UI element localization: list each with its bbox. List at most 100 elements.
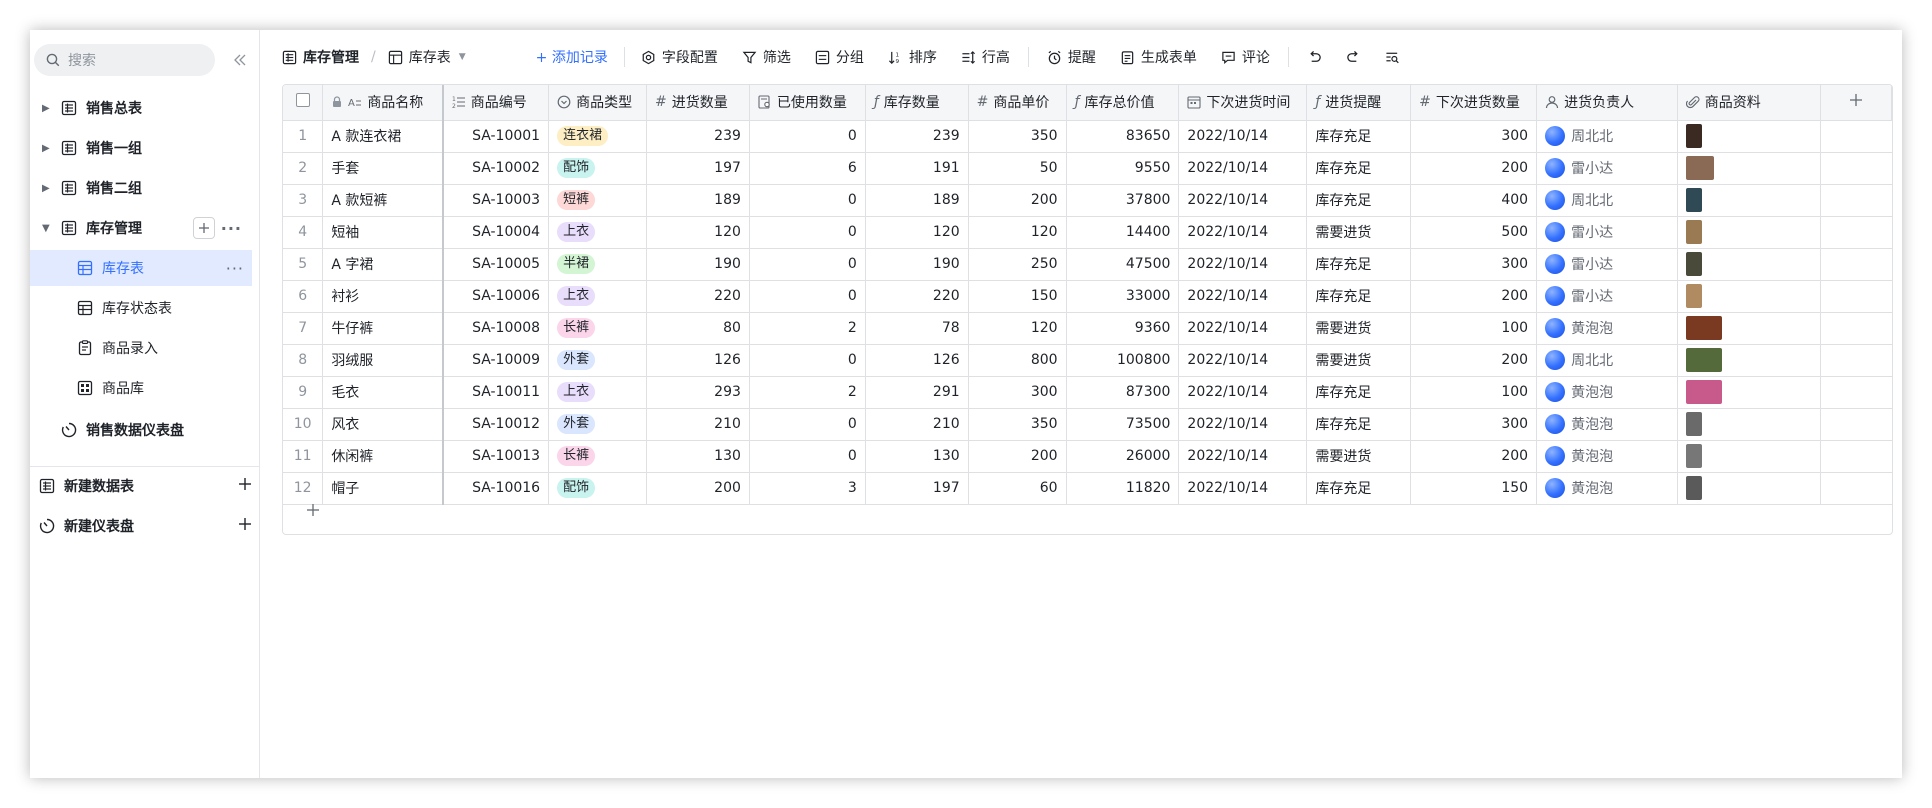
cell-type[interactable]: 上衣 bbox=[548, 280, 648, 313]
cell-value[interactable]: 14400 bbox=[1066, 216, 1180, 249]
attachment-thumbnail[interactable] bbox=[1685, 380, 1722, 404]
caret-right-icon[interactable]: ▶ bbox=[42, 143, 56, 154]
cell-code[interactable]: SA-10001 bbox=[442, 120, 550, 153]
more-icon[interactable]: ··· bbox=[226, 259, 244, 278]
cell-attachment[interactable] bbox=[1677, 472, 1822, 505]
cell-code[interactable]: SA-10002 bbox=[442, 152, 550, 185]
caret-right-icon[interactable]: ▶ bbox=[42, 103, 56, 114]
cell-code[interactable]: SA-10013 bbox=[442, 440, 550, 473]
column-header-next-date[interactable]: 下次进货时间 bbox=[1178, 85, 1308, 121]
cell-in-qty[interactable]: 189 bbox=[646, 184, 750, 217]
row-index[interactable]: 1 bbox=[283, 120, 324, 153]
column-header-stock-qty[interactable]: ƒ 库存数量 bbox=[865, 85, 969, 121]
column-header-owner[interactable]: 进货负责人 bbox=[1536, 85, 1678, 121]
cell-owner[interactable]: 黄泡泡 bbox=[1536, 376, 1678, 409]
cell-used-qty[interactable]: 2 bbox=[749, 312, 866, 345]
cell-next-date[interactable]: 2022/10/14 bbox=[1178, 184, 1308, 217]
cell-price[interactable]: 60 bbox=[968, 472, 1067, 505]
cell-name[interactable]: 帽子 bbox=[322, 472, 444, 505]
cell-type[interactable]: 长裤 bbox=[548, 440, 648, 473]
cell-name[interactable]: 衬衫 bbox=[322, 280, 444, 313]
cell-reminder[interactable]: 需要进货 bbox=[1306, 216, 1412, 249]
cell-reminder[interactable]: 库存充足 bbox=[1306, 248, 1412, 281]
cell-name[interactable]: 风衣 bbox=[322, 408, 444, 441]
cell-in-qty[interactable]: 126 bbox=[646, 344, 750, 377]
row-index[interactable]: 3 bbox=[283, 184, 324, 217]
column-header-attachment[interactable]: 商品资料 bbox=[1677, 85, 1822, 121]
attachment-thumbnail[interactable] bbox=[1685, 412, 1702, 436]
column-header-next-qty[interactable]: # 下次进货数量 bbox=[1410, 85, 1538, 121]
attachment-thumbnail[interactable] bbox=[1685, 348, 1722, 372]
sidebar-item-inventory[interactable]: ▼ 库存管理 ··· bbox=[30, 210, 250, 246]
cell-next-qty[interactable]: 100 bbox=[1410, 376, 1538, 409]
cell-type[interactable]: 外套 bbox=[548, 408, 648, 441]
cell-stock-qty[interactable]: 197 bbox=[865, 472, 969, 505]
cell-reminder[interactable]: 库存充足 bbox=[1306, 376, 1412, 409]
cell-used-qty[interactable]: 0 bbox=[749, 248, 866, 281]
cell-used-qty[interactable]: 0 bbox=[749, 184, 866, 217]
table-row[interactable]: 11 休闲裤 SA-10013 长裤 130 0 130 200 26000 2022/10/14… bbox=[283, 440, 1892, 473]
cell-next-date[interactable]: 2022/10/14 bbox=[1178, 216, 1308, 249]
cell-code[interactable]: SA-10005 bbox=[442, 248, 550, 281]
cell-reminder[interactable]: 库存充足 bbox=[1306, 152, 1412, 185]
cell-reminder[interactable]: 库存充足 bbox=[1306, 280, 1412, 313]
table-row[interactable]: 10 风衣 SA-10012 外套 210 0 210 350 73500 2022/10/14 库… bbox=[283, 408, 1892, 441]
cell-reminder[interactable]: 库存充足 bbox=[1306, 120, 1412, 153]
cell-name[interactable]: A 款短裤 bbox=[322, 184, 444, 217]
cell-next-date[interactable]: 2022/10/14 bbox=[1178, 248, 1308, 281]
cell-stock-qty[interactable]: 210 bbox=[865, 408, 969, 441]
sidebar-item-sales-group1[interactable]: ▶ 销售一组 bbox=[30, 130, 250, 166]
cell-reminder[interactable]: 需要进货 bbox=[1306, 312, 1412, 345]
row-index[interactable]: 8 bbox=[283, 344, 324, 377]
cell-owner[interactable]: 周北北 bbox=[1536, 344, 1678, 377]
cell-name[interactable]: 羽绒服 bbox=[322, 344, 444, 377]
sidebar-item-inventory-table[interactable]: 库存表 ··· bbox=[30, 250, 252, 286]
cell-used-qty[interactable]: 6 bbox=[749, 152, 866, 185]
add-row-button[interactable] bbox=[303, 500, 323, 520]
cell-reminder[interactable]: 库存充足 bbox=[1306, 408, 1412, 441]
table-row[interactable]: 1A 款连衣裙 SA-10001 连衣裙 239 0 239 350 83650 2022/10… bbox=[283, 120, 1892, 153]
column-header-type[interactable]: 商品类型 bbox=[548, 85, 648, 121]
table-row[interactable]: 9 毛衣 SA-10011 上衣 293 2 291 300 87300 2022/10/14 库存… bbox=[283, 376, 1892, 409]
cell-price[interactable]: 50 bbox=[968, 152, 1067, 185]
cell-code[interactable]: SA-10011 bbox=[442, 376, 550, 409]
row-index[interactable]: 10 bbox=[283, 408, 324, 441]
attachment-thumbnail[interactable] bbox=[1685, 316, 1722, 340]
cell-next-date[interactable]: 2022/10/14 bbox=[1178, 152, 1308, 185]
table-row[interactable]: 12 帽子 SA-10016 配饰 200 3 197 60 11820 2022/10/14 库存… bbox=[283, 472, 1892, 505]
sidebar-item-product-entry[interactable]: 商品录入 bbox=[30, 330, 250, 366]
cell-stock-qty[interactable]: 191 bbox=[865, 152, 969, 185]
cell-used-qty[interactable]: 0 bbox=[749, 408, 866, 441]
cell-used-qty[interactable]: 0 bbox=[749, 120, 866, 153]
attachment-thumbnail[interactable] bbox=[1685, 444, 1702, 468]
table-row[interactable]: 6 衬衫 SA-10006 上衣 220 0 220 150 33000 2022/10/14 库存… bbox=[283, 280, 1892, 313]
attachment-thumbnail[interactable] bbox=[1685, 220, 1702, 244]
cell-type[interactable]: 配饰 bbox=[548, 152, 648, 185]
cell-next-qty[interactable]: 150 bbox=[1410, 472, 1538, 505]
row-index[interactable]: 9 bbox=[283, 376, 324, 409]
table-row[interactable]: 7 牛仔裤 SA-10008 长裤 80 2 78 120 9360 2022/10/14 需要进货… bbox=[283, 312, 1892, 345]
cell-next-qty[interactable]: 300 bbox=[1410, 408, 1538, 441]
cell-owner[interactable]: 黄泡泡 bbox=[1536, 440, 1678, 473]
cell-name[interactable]: A 款连衣裙 bbox=[322, 120, 444, 153]
cell-owner[interactable]: 雷小达 bbox=[1536, 248, 1678, 281]
add-record-button[interactable]: + 添加记录 bbox=[536, 43, 608, 71]
cell-type[interactable]: 上衣 bbox=[548, 216, 648, 249]
cell-in-qty[interactable]: 130 bbox=[646, 440, 750, 473]
comment-button[interactable]: 评论 bbox=[1221, 43, 1270, 71]
plus-icon[interactable] bbox=[238, 517, 252, 535]
new-dashboard-button[interactable]: 新建仪表盘 bbox=[30, 508, 256, 544]
cell-stock-qty[interactable]: 220 bbox=[865, 280, 969, 313]
column-header-name[interactable]: A 商品名称 bbox=[322, 85, 444, 121]
row-index[interactable]: 7 bbox=[283, 312, 324, 345]
cell-next-qty[interactable]: 200 bbox=[1410, 152, 1538, 185]
cell-value[interactable]: 11820 bbox=[1066, 472, 1180, 505]
cell-name[interactable]: 休闲裤 bbox=[322, 440, 444, 473]
cell-value[interactable]: 26000 bbox=[1066, 440, 1180, 473]
cell-owner[interactable]: 周北北 bbox=[1536, 120, 1678, 153]
cell-owner[interactable]: 雷小达 bbox=[1536, 152, 1678, 185]
add-icon[interactable] bbox=[192, 217, 215, 239]
sidebar-item-sales-dashboard[interactable]: 销售数据仪表盘 bbox=[30, 412, 250, 448]
cell-stock-qty[interactable]: 190 bbox=[865, 248, 969, 281]
cell-name[interactable]: 短袖 bbox=[322, 216, 444, 249]
